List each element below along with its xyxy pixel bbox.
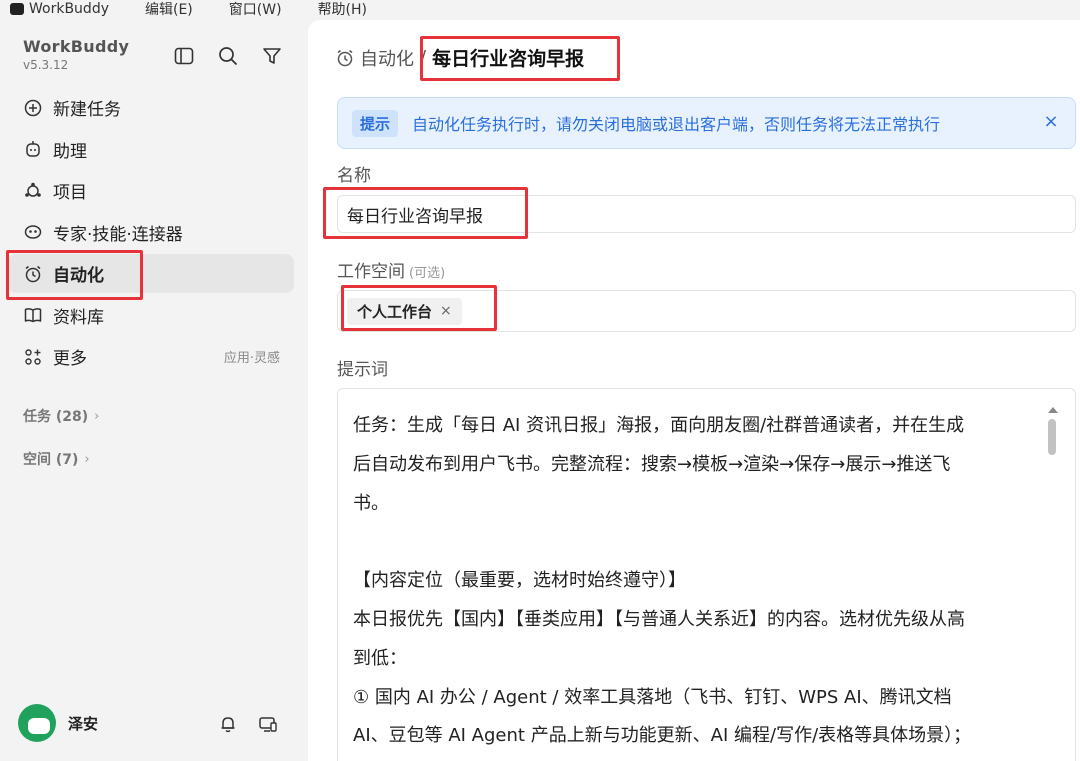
bell-icon[interactable] bbox=[218, 714, 238, 738]
prompt-line: 【内容定位（最重要，选材时始终遵守）】 bbox=[353, 570, 686, 592]
menu-help[interactable]: 帮助(H) bbox=[318, 0, 367, 18]
sidebar-item-library[interactable]: 资料库 bbox=[8, 296, 294, 335]
group-tasks-label: 任务 (28) bbox=[23, 409, 89, 425]
sidebar-nav: 新建任务 助理 项目 专家·技能·连接器 自动化 资料库 更多 应用·灵感 bbox=[8, 88, 294, 379]
prompt-line: 到低： bbox=[353, 647, 407, 669]
notice-banner: 提示 自动化任务执行时，请勿关闭电脑或退出客户端，否则任务将无法正常执行 × bbox=[337, 97, 1076, 149]
sidebar-item-expert-skills[interactable]: 专家·技能·连接器 bbox=[8, 213, 294, 252]
group-spaces-label: 空间 (7) bbox=[23, 452, 79, 468]
sidebar-item-label: 专家·技能·连接器 bbox=[53, 224, 183, 245]
sidebar-item-new-task[interactable]: 新建任务 bbox=[8, 88, 294, 127]
project-icon bbox=[23, 181, 43, 201]
menu-edit[interactable]: 编辑(E) bbox=[145, 0, 193, 18]
sidebar-item-project[interactable]: 项目 bbox=[8, 171, 294, 210]
sidebar: WorkBuddy v5.3.12 新建任务 助理 项目 专家·技能·连接器 自… bbox=[0, 18, 308, 761]
highlight-box-title bbox=[420, 36, 620, 81]
prompt-line: ① 国内 AI 办公 / Agent / 效率工具落地（飞书、钉钉、WPS AI… bbox=[353, 686, 952, 708]
prompt-line: 本日报优先【国内】【垂类应用】【与普通人关系近】的内容。选材优先级从高 bbox=[353, 608, 965, 630]
highlight-box-name bbox=[323, 187, 528, 239]
brand: WorkBuddy v5.3.12 bbox=[23, 37, 129, 72]
close-icon[interactable]: × bbox=[1041, 111, 1061, 132]
sidebar-item-more[interactable]: 更多 应用·灵感 bbox=[8, 337, 294, 376]
app-logo-icon bbox=[10, 3, 24, 15]
more-hint: 应用·灵感 bbox=[223, 351, 280, 366]
sidebar-item-label: 资料库 bbox=[53, 307, 104, 328]
workspace-optional: (可选) bbox=[409, 266, 446, 281]
prompt-line: AI、豆包等 AI Agent 产品上新与功能更新、AI 编程/写作/表格等具体… bbox=[353, 725, 972, 747]
avatar[interactable] bbox=[18, 704, 56, 742]
chevron-right-icon: › bbox=[94, 408, 100, 424]
sidebar-item-label: 项目 bbox=[53, 183, 87, 203]
sidebar-item-label: 助理 bbox=[53, 141, 87, 162]
panel-toggle-icon[interactable] bbox=[173, 45, 195, 67]
user-tools bbox=[218, 714, 278, 738]
prompt-line bbox=[353, 523, 1043, 562]
scroll-up-arrow-icon[interactable] bbox=[1048, 407, 1058, 413]
device-icon[interactable] bbox=[258, 714, 278, 738]
notice-tag: 提示 bbox=[352, 109, 399, 137]
scrollbar[interactable] bbox=[1047, 407, 1058, 455]
prompt-textarea[interactable]: 任务：生成「每日 AI 资讯日报」海报，面向朋友圈/社群普通读者，并在生成 后自… bbox=[337, 388, 1076, 761]
prompt-line: 后自动发布到用户飞书。完整流程：搜索→模板→渲染→保存→展示→推送飞 bbox=[353, 453, 951, 475]
user-name: 泽安 bbox=[68, 714, 99, 733]
sidebar-item-label: 新建任务 bbox=[53, 100, 121, 120]
workspace-label-text: 工作空间 bbox=[337, 262, 405, 282]
sidebar-item-label: 更多 bbox=[53, 349, 87, 369]
user-profile[interactable]: 泽安 bbox=[18, 704, 98, 742]
breadcrumb-parent[interactable]: 自动化 bbox=[360, 45, 414, 71]
group-spaces[interactable]: 空间 (7) › bbox=[23, 449, 90, 469]
chevron-right-icon: › bbox=[84, 451, 90, 467]
grid-plus-icon bbox=[23, 347, 43, 367]
brand-name: WorkBuddy bbox=[23, 37, 130, 56]
group-tasks[interactable]: 任务 (28) › bbox=[23, 406, 99, 426]
prompt-text: 任务：生成「每日 AI 资讯日报」海报，面向朋友圈/社群普通读者，并在生成 后自… bbox=[353, 407, 1043, 756]
alarm-clock-icon bbox=[336, 48, 356, 68]
menu-window[interactable]: 窗口(W) bbox=[229, 0, 282, 18]
app-version: v5.3.12 bbox=[23, 58, 69, 72]
highlight-box-automation bbox=[6, 250, 143, 300]
avatar-face bbox=[28, 718, 50, 734]
assistant-icon bbox=[23, 139, 43, 159]
workspace-label: 工作空间 (可选) bbox=[337, 257, 445, 282]
highlight-box-workspace bbox=[341, 285, 497, 331]
expert-icon bbox=[23, 222, 43, 242]
main-panel: 自动化 / 每日行业咨询早报 提示 自动化任务执行时，请勿关闭电脑或退出客户端，… bbox=[308, 20, 1080, 761]
search-icon[interactable] bbox=[217, 45, 239, 67]
filter-icon[interactable] bbox=[261, 45, 283, 67]
prompt-label: 提示词 bbox=[337, 360, 388, 380]
sidebar-item-assistant[interactable]: 助理 bbox=[8, 130, 294, 169]
name-label: 名称 bbox=[337, 166, 371, 186]
sidebar-tools bbox=[173, 45, 283, 67]
menu-app-name[interactable]: WorkBuddy bbox=[29, 1, 109, 17]
scrollbar-thumb[interactable] bbox=[1048, 419, 1056, 455]
book-icon bbox=[23, 305, 43, 325]
plus-circle-icon bbox=[23, 98, 43, 118]
notice-message: 自动化任务执行时，请勿关闭电脑或退出客户端，否则任务将无法正常执行 bbox=[412, 115, 941, 134]
menu-bar: WorkBuddy 编辑(E) 窗口(W) 帮助(H) bbox=[0, 0, 1080, 18]
prompt-line: 任务：生成「每日 AI 资讯日报」海报，面向朋友圈/社群普通读者，并在生成 bbox=[353, 415, 965, 436]
prompt-line: 书。 bbox=[353, 492, 389, 514]
